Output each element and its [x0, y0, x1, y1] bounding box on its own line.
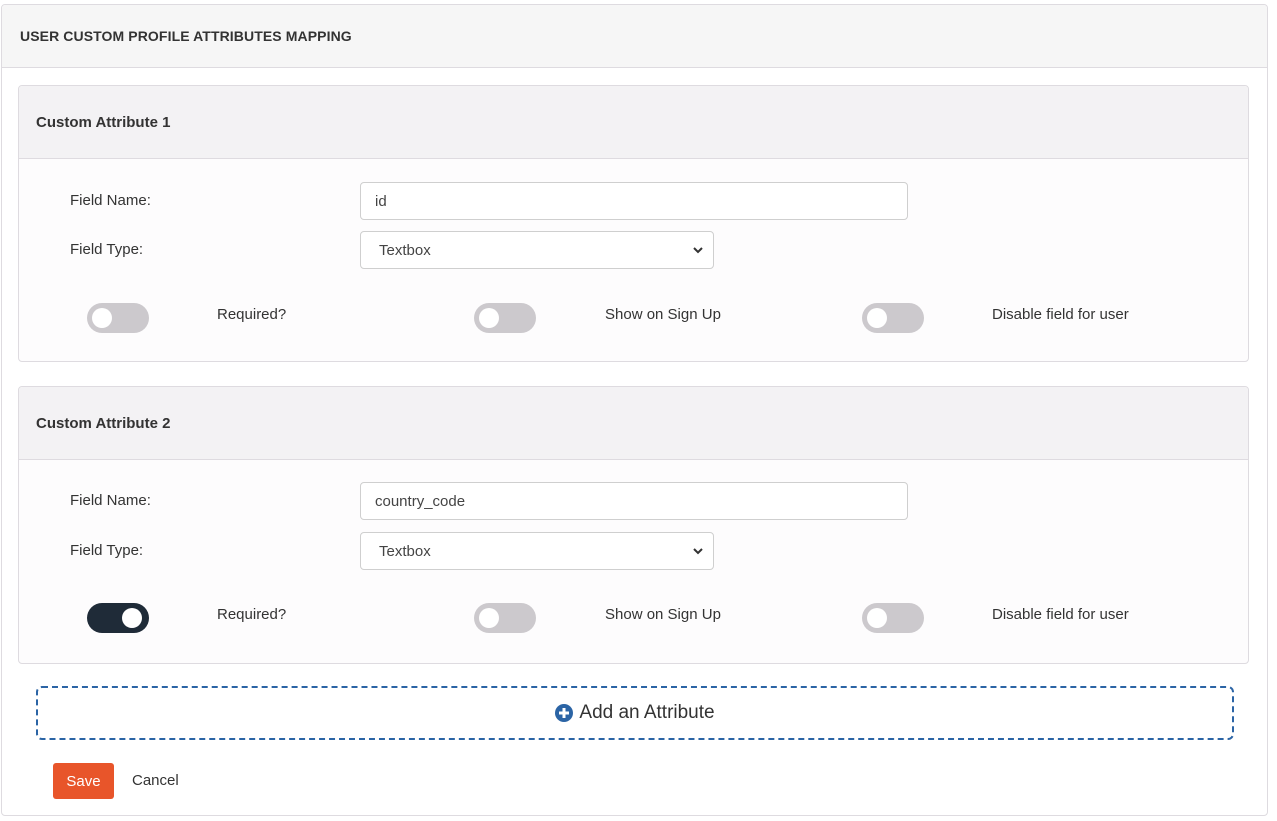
show-on-signup-label: Show on Sign Up: [605, 306, 721, 323]
add-attribute-button[interactable]: Add an Attribute: [36, 686, 1234, 740]
toggle-knob: [479, 308, 499, 328]
add-attribute-label: Add an Attribute: [579, 702, 715, 723]
attribute-card-body: Field Name: country_code Field Type: Tex…: [19, 460, 1248, 663]
field-type-value: Textbox: [379, 241, 431, 259]
field-type-select[interactable]: Textbox: [360, 532, 714, 570]
field-type-select[interactable]: Textbox: [360, 231, 714, 269]
show-on-signup-label: Show on Sign Up: [605, 606, 721, 623]
disable-field-toggle[interactable]: [862, 603, 924, 633]
disable-field-toggle[interactable]: [862, 303, 924, 333]
chevron-down-icon: [693, 247, 703, 254]
attribute-card-header: Custom Attribute 1: [19, 86, 1248, 159]
toggle-knob: [867, 308, 887, 328]
save-button[interactable]: Save: [53, 763, 114, 799]
field-name-value: id: [375, 192, 387, 210]
attribute-card-1: Custom Attribute 1 Field Name: id Field …: [18, 85, 1249, 362]
field-name-input[interactable]: id: [360, 182, 908, 220]
disable-field-label: Disable field for user: [992, 306, 1129, 323]
field-type-label: Field Type:: [70, 542, 144, 559]
attribute-card-2: Custom Attribute 2 Field Name: country_c…: [18, 386, 1249, 664]
field-name-input[interactable]: country_code: [360, 482, 908, 520]
required-toggle[interactable]: [87, 303, 149, 333]
toggle-knob: [479, 608, 499, 628]
panel-title: USER CUSTOM PROFILE ATTRIBUTES MAPPING: [20, 28, 352, 44]
attribute-card-title: Custom Attribute 2: [36, 414, 171, 432]
field-type-label: Field Type:: [70, 241, 144, 258]
show-on-signup-toggle[interactable]: [474, 603, 536, 633]
attribute-card-title: Custom Attribute 1: [36, 113, 171, 131]
field-name-value: country_code: [375, 492, 466, 510]
panel-header: USER CUSTOM PROFILE ATTRIBUTES MAPPING: [2, 5, 1267, 68]
required-toggle[interactable]: [87, 603, 149, 633]
disable-field-label: Disable field for user: [992, 606, 1129, 623]
required-label: Required?: [217, 606, 287, 623]
field-name-label: Field Name:: [70, 492, 151, 509]
field-name-label: Field Name:: [70, 192, 151, 209]
chevron-down-icon: [693, 548, 703, 555]
cancel-button[interactable]: Cancel: [132, 763, 179, 799]
required-label: Required?: [217, 306, 287, 323]
toggle-knob: [122, 608, 142, 628]
show-on-signup-toggle[interactable]: [474, 303, 536, 333]
toggle-knob: [92, 308, 112, 328]
toggle-knob: [867, 608, 887, 628]
field-type-value: Textbox: [379, 542, 431, 560]
attribute-card-body: Field Name: id Field Type: Textbox Requi…: [19, 159, 1248, 361]
plus-circle-icon: [555, 704, 574, 722]
attribute-card-header: Custom Attribute 2: [19, 387, 1248, 460]
